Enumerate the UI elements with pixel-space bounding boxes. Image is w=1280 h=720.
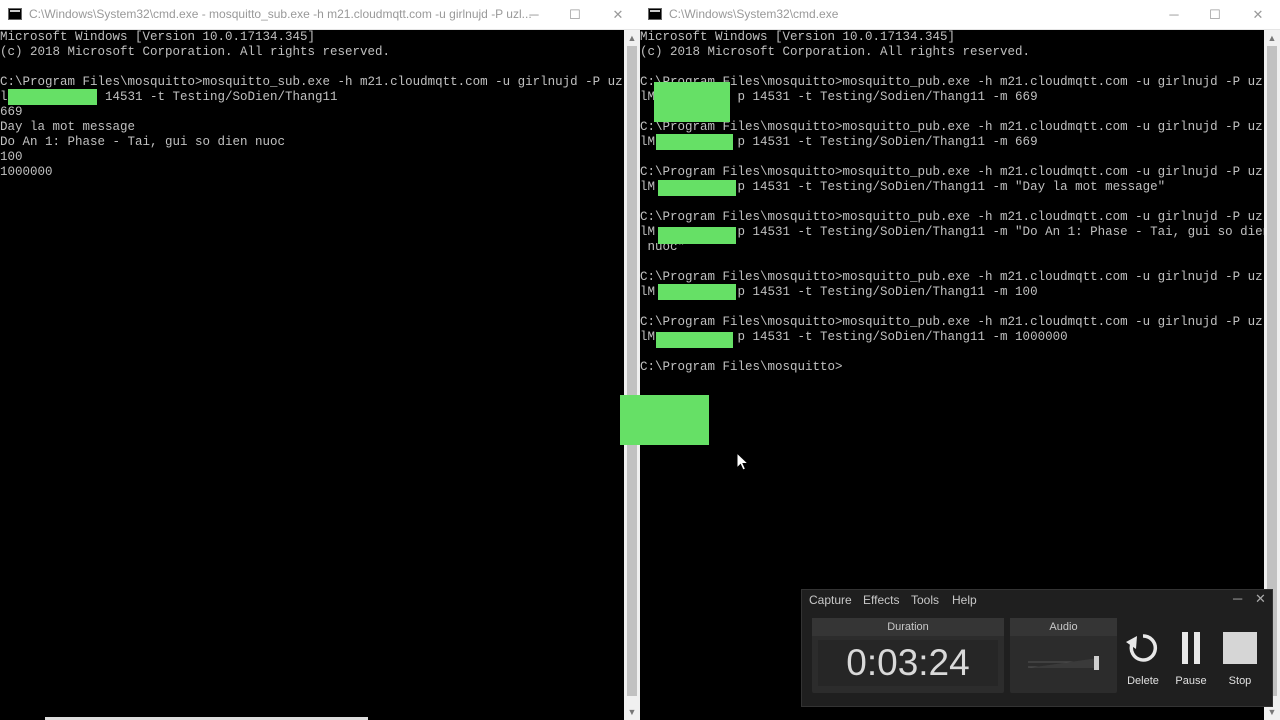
maximize-button[interactable]: ☐ xyxy=(553,0,597,29)
menu-help[interactable]: Help xyxy=(952,593,977,607)
console-line: C:\Program Files\mosquitto>mosquitto_pub… xyxy=(640,75,1263,89)
recorder-minimize-button[interactable]: ─ xyxy=(1233,591,1242,606)
recorder-menu-bar: Capture Effects Tools Help ─ ✕ xyxy=(802,590,1272,610)
console-line: 1000000 xyxy=(0,165,53,179)
audio-label: Audio xyxy=(1010,618,1117,636)
recorder-close-button[interactable]: ✕ xyxy=(1255,591,1266,607)
menu-tools[interactable]: Tools xyxy=(911,593,939,607)
console-line: Microsoft Windows [Version 10.0.17134.34… xyxy=(0,30,316,44)
delete-button[interactable]: Delete xyxy=(1121,630,1165,687)
duration-label: Duration xyxy=(812,618,1004,636)
redaction-block xyxy=(658,227,736,244)
console-line: (c) 2018 Microsoft Corporation. All righ… xyxy=(640,45,1031,59)
scroll-up-icon[interactable]: ▲ xyxy=(1264,30,1280,46)
console-line: C:\Program Files\mosquitto>mosquitto_pub… xyxy=(640,270,1263,284)
pause-icon xyxy=(1182,632,1200,664)
cmd-window-subscriber[interactable]: C:\Windows\System32\cmd.exe - mosquitto_… xyxy=(0,0,640,720)
redaction-block xyxy=(656,332,733,348)
mouse-cursor-icon xyxy=(736,452,750,471)
scroll-up-icon[interactable]: ▲ xyxy=(624,30,640,46)
console-line: lM p 14531 -t Testing/Sodien/Thang11 -m … xyxy=(640,90,1038,104)
audio-panel: Audio xyxy=(1010,618,1117,693)
pause-label: Pause xyxy=(1175,675,1207,687)
close-button[interactable]: ✕ xyxy=(596,0,640,29)
console-output[interactable]: Microsoft Windows [Version 10.0.17134.34… xyxy=(0,30,624,720)
audio-level-slider[interactable] xyxy=(1026,648,1104,672)
console-line: C:\Program Files\mosquitto>mosquitto_pub… xyxy=(640,315,1263,329)
minimize-button[interactable]: ─ xyxy=(512,0,556,29)
maximize-button[interactable]: ☐ xyxy=(1193,0,1237,29)
delete-label: Delete xyxy=(1127,675,1159,687)
stop-icon xyxy=(1223,632,1257,664)
delete-icon xyxy=(1126,634,1158,662)
menu-capture[interactable]: Capture xyxy=(809,593,852,607)
vertical-scrollbar[interactable]: ▲ ▼ xyxy=(624,30,640,720)
redaction-block xyxy=(620,395,709,445)
title-bar[interactable]: C:\Windows\System32\cmd.exe ─ ☐ ✕ xyxy=(640,0,1280,30)
audio-slider-handle[interactable] xyxy=(1094,656,1099,670)
redaction-block xyxy=(656,134,733,150)
console-line: C:\Program Files\mosquitto>mosquitto_pub… xyxy=(640,210,1263,224)
screen-recorder-widget[interactable]: Capture Effects Tools Help ─ ✕ Duration … xyxy=(801,589,1273,707)
console-line: Day la mot message xyxy=(0,120,136,134)
scroll-thumb[interactable] xyxy=(627,46,637,696)
cmd-icon xyxy=(8,8,22,20)
console-line: 669 xyxy=(0,105,23,119)
close-button[interactable]: ✕ xyxy=(1236,0,1280,29)
console-line: lM p 14531 -t Testing/SoDien/Thang11 -m … xyxy=(640,135,1038,149)
console-line: C:\Program Files\mosquitto> xyxy=(640,360,843,374)
window-title: C:\Windows\System32\cmd.exe - mosquitto_… xyxy=(29,7,532,21)
console-line: Do An 1: Phase - Tai, gui so dien nuoc xyxy=(0,135,286,149)
redaction-block xyxy=(658,284,736,300)
stop-label: Stop xyxy=(1228,675,1252,687)
cmd-icon xyxy=(648,8,662,20)
console-line: Microsoft Windows [Version 10.0.17134.34… xyxy=(640,30,956,44)
menu-effects[interactable]: Effects xyxy=(863,593,899,607)
console-line: 100 xyxy=(0,150,23,164)
redaction-block xyxy=(8,89,97,105)
console-line: C:\Program Files\mosquitto>mosquitto_sub… xyxy=(0,75,623,89)
scroll-down-icon[interactable]: ▼ xyxy=(624,704,640,720)
window-title: C:\Windows\System32\cmd.exe xyxy=(669,7,839,21)
console-line: C:\Program Files\mosquitto>mosquitto_pub… xyxy=(640,165,1263,179)
minimize-button[interactable]: ─ xyxy=(1152,0,1196,29)
console-line: lM p 14531 -t Testing/SoDien/Thang11 -m … xyxy=(640,330,1068,344)
console-line: (c) 2018 Microsoft Corporation. All righ… xyxy=(0,45,391,59)
stop-button[interactable]: Stop xyxy=(1218,630,1262,687)
duration-panel: Duration 0:03:24 xyxy=(812,618,1004,693)
title-bar[interactable]: C:\Windows\System32\cmd.exe - mosquitto_… xyxy=(0,0,640,30)
pause-button[interactable]: Pause xyxy=(1169,630,1213,687)
redaction-block xyxy=(658,180,736,196)
console-line: C:\Program Files\mosquitto>mosquitto_pub… xyxy=(640,120,1263,134)
redaction-block xyxy=(654,82,730,122)
duration-timer: 0:03:24 xyxy=(818,640,998,686)
